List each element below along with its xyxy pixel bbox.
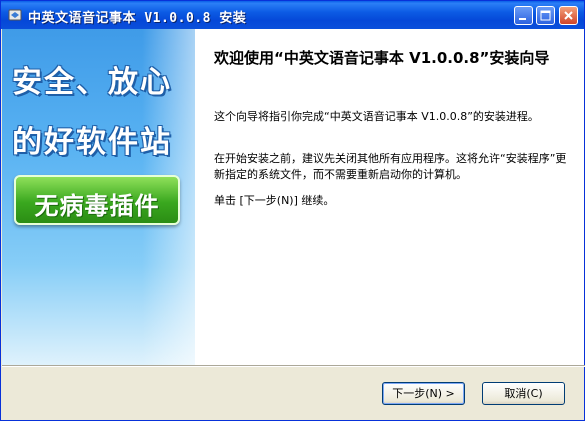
- installer-app-icon: [8, 9, 22, 21]
- banner-badge-label: 无病毒插件: [34, 192, 160, 220]
- footer-separator: [2, 365, 585, 367]
- title-bar[interactable]: 中英文语音记事本 V1.0.0.8 安装: [1, 1, 584, 29]
- minimize-button[interactable]: [514, 6, 533, 25]
- sidebar-banner: 安全、放心 的好软件站 无病毒插件: [2, 29, 195, 365]
- window-title: 中英文语音记事本 V1.0.0.8 安装: [28, 11, 247, 26]
- banner-slogan-line2: 的好软件站: [12, 125, 172, 160]
- next-button[interactable]: 下一步(N) >: [382, 382, 465, 405]
- installer-window: 中英文语音记事本 V1.0.0.8 安装 安全、放心 的好软件站 无病毒插件 欢…: [0, 0, 585, 421]
- cancel-button[interactable]: 取消(C): [482, 382, 565, 405]
- welcome-panel: 欢迎使用“中英文语音记事本 V1.0.0.8”安装向导 这个向导将指引你完成“中…: [195, 29, 584, 365]
- close-button[interactable]: [559, 6, 578, 25]
- close-icon: [564, 11, 573, 20]
- banner-badge: 无病毒插件: [14, 175, 180, 225]
- continue-instruction: 单击 [下一步(N)] 继续。: [214, 194, 335, 207]
- intro-text: 这个向导将指引你完成“中英文语音记事本 V1.0.0.8”的安装进程。: [214, 110, 539, 123]
- maximize-button[interactable]: [536, 6, 555, 25]
- welcome-heading: 欢迎使用“中英文语音记事本 V1.0.0.8”安装向导: [214, 49, 550, 67]
- banner-slogan-line1: 安全、放心: [12, 65, 172, 100]
- advice-text: 在开始安装之前，建议先关闭其他所有应用程序。这将允许“安装程序”更新指定的系统文…: [214, 152, 567, 181]
- maximize-icon: [540, 10, 551, 21]
- minimize-icon: [519, 18, 526, 20]
